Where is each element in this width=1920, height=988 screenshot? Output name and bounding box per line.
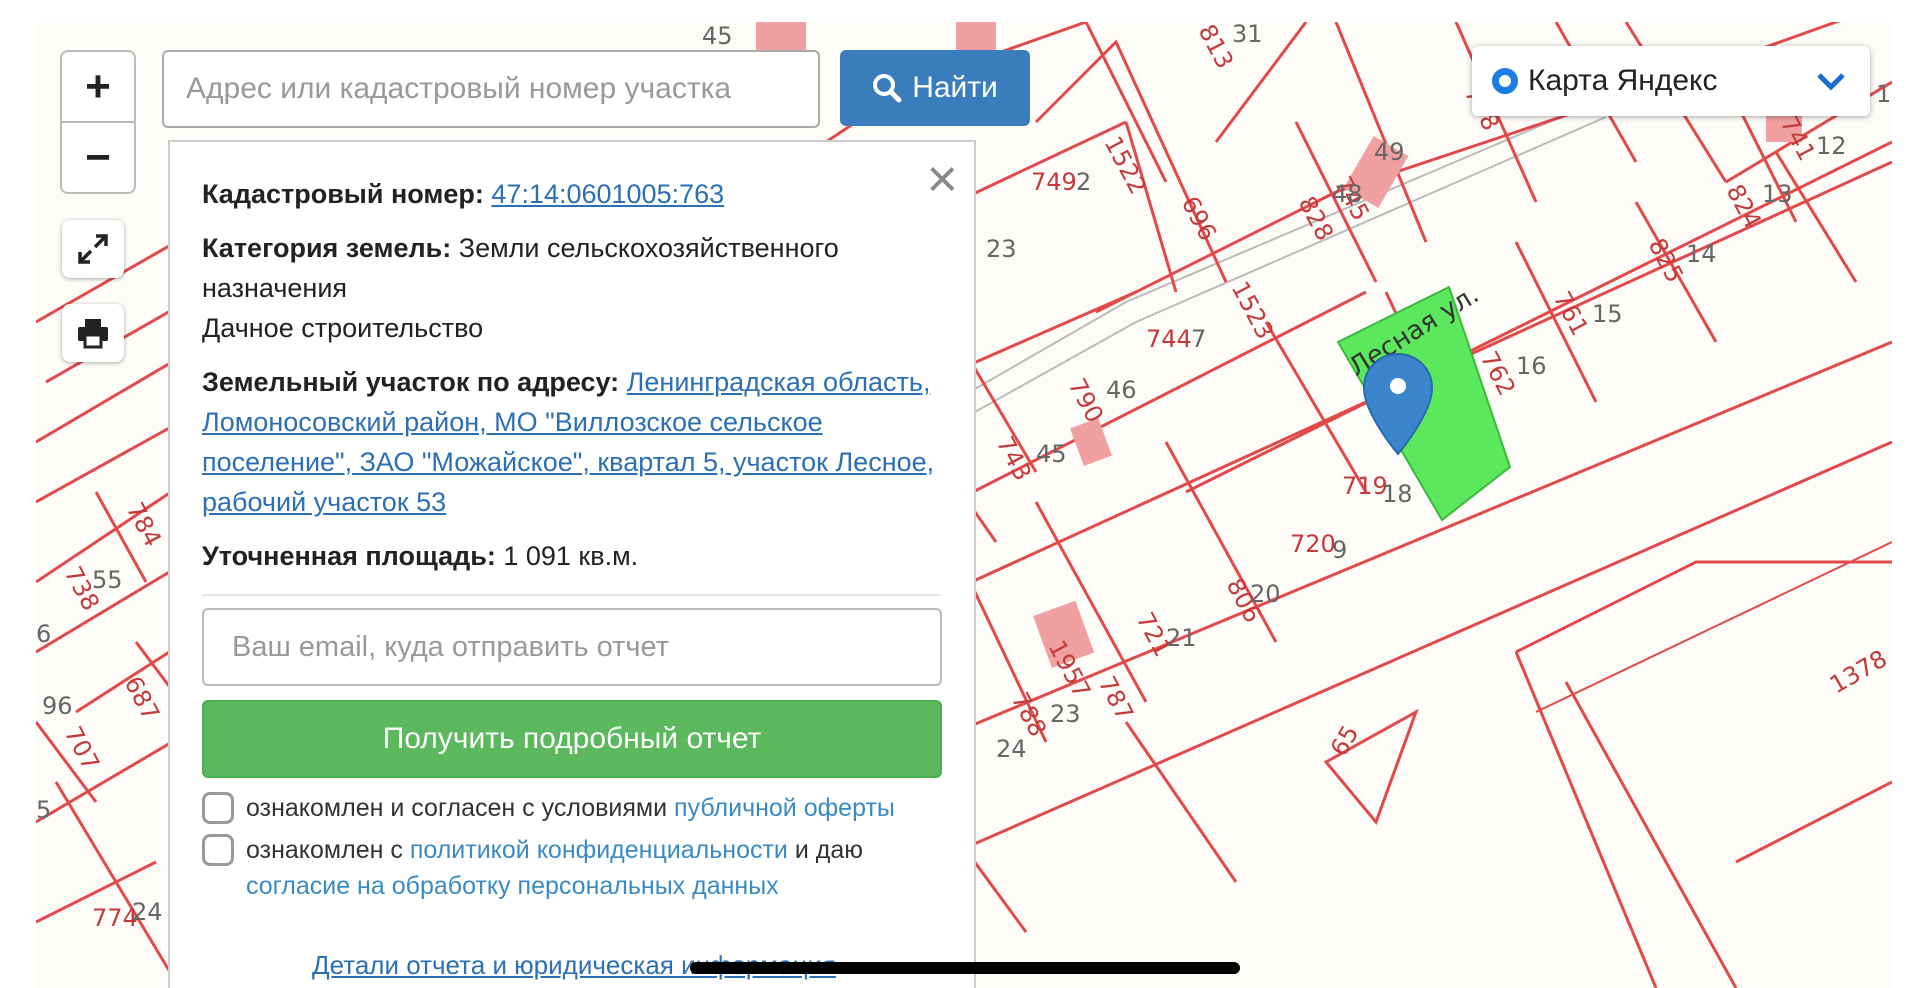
svg-text:1523: 1523 bbox=[1226, 277, 1279, 344]
address-label: Земельный участок по адресу: bbox=[202, 367, 620, 397]
personal-data-consent-link[interactable]: согласие на обработку персональных данны… bbox=[246, 872, 779, 900]
home-indicator bbox=[690, 962, 1240, 974]
print-button[interactable] bbox=[62, 304, 124, 362]
svg-text:15: 15 bbox=[1592, 300, 1623, 328]
chevron-down-icon bbox=[1817, 73, 1845, 91]
svg-text:14: 14 bbox=[1686, 240, 1717, 268]
category-row: Категория земель: Земли сельскохозяйстве… bbox=[202, 228, 940, 348]
area-value: 1 091 кв.м. bbox=[503, 541, 639, 571]
svg-text:45: 45 bbox=[702, 22, 733, 50]
offer-consent: ознакомлен и согласен с условиями публич… bbox=[202, 790, 940, 826]
close-icon[interactable]: × bbox=[926, 152, 958, 206]
address-row: Земельный участок по адресу: Ленинградск… bbox=[202, 362, 940, 522]
cadastral-label: Кадастровый номер: bbox=[202, 179, 484, 209]
svg-text:21: 21 bbox=[1166, 624, 1197, 652]
area-label: Уточненная площадь: bbox=[202, 541, 496, 571]
svg-text:825: 825 bbox=[1643, 234, 1689, 288]
svg-text:696: 696 bbox=[1176, 192, 1222, 246]
map-layer-select[interactable]: Карта Яндекс bbox=[1472, 46, 1870, 116]
cadastral-row: Кадастровый номер: 47:14:0601005:763 bbox=[202, 174, 940, 214]
svg-text:65: 65 bbox=[1325, 721, 1365, 761]
find-button[interactable]: Найти bbox=[840, 50, 1030, 126]
svg-text:48: 48 bbox=[1332, 180, 1363, 208]
svg-text:12: 12 bbox=[1816, 132, 1847, 160]
zoom-control: + − bbox=[60, 50, 136, 194]
svg-text:787: 787 bbox=[1093, 672, 1139, 726]
svg-text:11: 11 bbox=[1876, 80, 1892, 108]
offer-checkbox[interactable] bbox=[202, 792, 234, 824]
svg-text:24: 24 bbox=[996, 735, 1027, 763]
find-button-label: Найти bbox=[912, 71, 998, 104]
svg-text:13: 13 bbox=[1762, 180, 1793, 208]
svg-text:749: 749 bbox=[1031, 168, 1077, 196]
svg-text:784: 784 bbox=[121, 498, 167, 552]
area-row: Уточненная площадь: 1 091 кв.м. bbox=[202, 536, 940, 576]
public-offer-link[interactable]: публичной оферты bbox=[674, 794, 895, 822]
svg-text:774: 774 bbox=[92, 904, 138, 932]
svg-text:707: 707 bbox=[59, 722, 105, 776]
privacy-policy-link[interactable]: политикой конфиденциальности bbox=[410, 836, 788, 864]
search-input[interactable] bbox=[162, 50, 820, 128]
svg-text:23: 23 bbox=[986, 235, 1017, 263]
svg-text:20: 20 bbox=[1250, 580, 1281, 608]
svg-text:1522: 1522 bbox=[1099, 132, 1152, 199]
expand-icon bbox=[78, 234, 108, 264]
printer-icon bbox=[78, 319, 108, 349]
privacy-consent-text-a: ознакомлен с bbox=[246, 836, 403, 864]
svg-text:7: 7 bbox=[1191, 325, 1206, 353]
svg-text:5: 5 bbox=[36, 796, 51, 824]
svg-text:6: 6 bbox=[36, 620, 51, 648]
svg-text:1378: 1378 bbox=[1825, 644, 1892, 699]
parcel-info-panel: × Кадастровый номер: 47:14:0601005:763 К… bbox=[168, 140, 976, 988]
svg-text:9: 9 bbox=[1332, 536, 1347, 564]
svg-text:790: 790 bbox=[1063, 374, 1109, 428]
svg-text:824: 824 bbox=[1721, 180, 1767, 234]
svg-text:743: 743 bbox=[991, 432, 1037, 486]
land-use-value: Дачное строительство bbox=[202, 313, 484, 343]
fullscreen-button[interactable] bbox=[62, 220, 124, 278]
svg-text:96: 96 bbox=[42, 692, 73, 720]
svg-text:720: 720 bbox=[1290, 530, 1336, 558]
svg-text:719: 719 bbox=[1342, 472, 1388, 500]
cadastral-link[interactable]: 47:14:0601005:763 bbox=[491, 179, 724, 209]
map-layer-label: Карта Яндекс bbox=[1528, 64, 1718, 97]
svg-text:2: 2 bbox=[1076, 168, 1091, 196]
zoom-out-button[interactable]: − bbox=[62, 121, 134, 192]
svg-text:24: 24 bbox=[132, 898, 163, 926]
svg-text:744: 744 bbox=[1146, 325, 1192, 353]
svg-text:18: 18 bbox=[1382, 480, 1413, 508]
category-label: Категория земель: bbox=[202, 233, 452, 263]
privacy-consent-text-b: и даю bbox=[794, 836, 863, 864]
zoom-in-button[interactable]: + bbox=[62, 52, 134, 121]
svg-text:31: 31 bbox=[1232, 22, 1263, 48]
offer-consent-text: ознакомлен и согласен с условиями bbox=[246, 794, 668, 822]
svg-text:16: 16 bbox=[1516, 352, 1547, 380]
svg-text:49: 49 bbox=[1374, 138, 1405, 166]
radio-selected-icon bbox=[1492, 68, 1518, 94]
email-field[interactable] bbox=[202, 608, 942, 686]
get-report-button[interactable]: Получить подробный отчет bbox=[202, 700, 942, 778]
search-icon bbox=[873, 74, 902, 103]
svg-text:46: 46 bbox=[1106, 376, 1137, 404]
svg-text:45: 45 bbox=[1036, 440, 1067, 468]
privacy-consent: ознакомлен с политикой конфиденциальност… bbox=[202, 832, 940, 904]
svg-text:23: 23 bbox=[1050, 700, 1081, 728]
svg-text:55: 55 bbox=[92, 566, 123, 594]
privacy-checkbox[interactable] bbox=[202, 834, 234, 866]
divider bbox=[202, 594, 940, 596]
